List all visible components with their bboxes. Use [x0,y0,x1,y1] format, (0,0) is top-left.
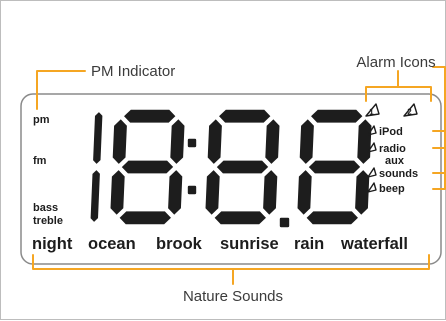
svg-text:1: 1 [369,108,374,117]
digit-3-segment-f [206,117,224,166]
sound-sunrise: sunrise [220,235,279,253]
source-aux: aux [385,155,405,167]
digit-1-segment-b [91,110,104,166]
digit-2-segment-g [119,159,176,175]
digit-4-segment-f [298,117,316,166]
digit-2-segment-d [117,209,173,226]
sound-waterfall: waterfall [340,235,408,253]
digit-3-segment-e [203,168,222,217]
svg-text:2: 2 [407,108,412,117]
svg-text:radio: radio [379,143,406,155]
sound-ocean: ocean [88,235,136,253]
colon-dot-top [186,137,198,149]
digit-2-segment-c [166,168,184,217]
digit-2-segment-b [168,117,187,166]
bass-label: bass [33,202,58,214]
pm-label: pm [33,114,50,126]
digit-4-segment-e [295,168,314,217]
nature-sounds-row: night ocean brook sunrise rain waterfall [32,235,408,253]
decimal-point [278,216,291,229]
digit-2-segment-e [108,168,127,217]
sound-brook: brook [156,235,203,253]
fm-label: fm [33,155,47,167]
diagram-canvas: PM Indicator Alarm Icons Nature Sounds p… [20,54,446,305]
alarm-icons-label: Alarm Icons [356,54,435,71]
pm-indicator-label: PM Indicator [91,63,175,80]
nature-sounds-label: Nature Sounds [183,288,283,305]
colon-dot-bottom [186,184,198,196]
digit-3-segment-c [261,168,279,217]
svg-text:sounds: sounds [379,168,418,180]
digit-4-segment-b [355,117,374,166]
digit-4-segment-a [309,108,365,125]
lcd-display-diagram: PM Indicator Alarm Icons Nature Sounds p… [0,0,446,320]
digit-1-segment-c [89,168,102,224]
digit-3-segment-a [217,108,273,125]
svg-text:beep: beep [379,183,405,195]
sound-night: night [32,235,73,253]
digit-4-segment-g [306,159,363,175]
digit-3-segment-b [263,117,282,166]
sound-rain: rain [294,235,324,253]
treble-label: treble [33,215,63,227]
digit-3-segment-g [214,159,271,175]
digit-2-segment-a [122,108,178,125]
digit-2-segment-f [111,117,129,166]
digit-4-segment-d [304,209,360,226]
svg-text:iPod: iPod [379,126,403,138]
digit-3-segment-d [212,209,268,226]
